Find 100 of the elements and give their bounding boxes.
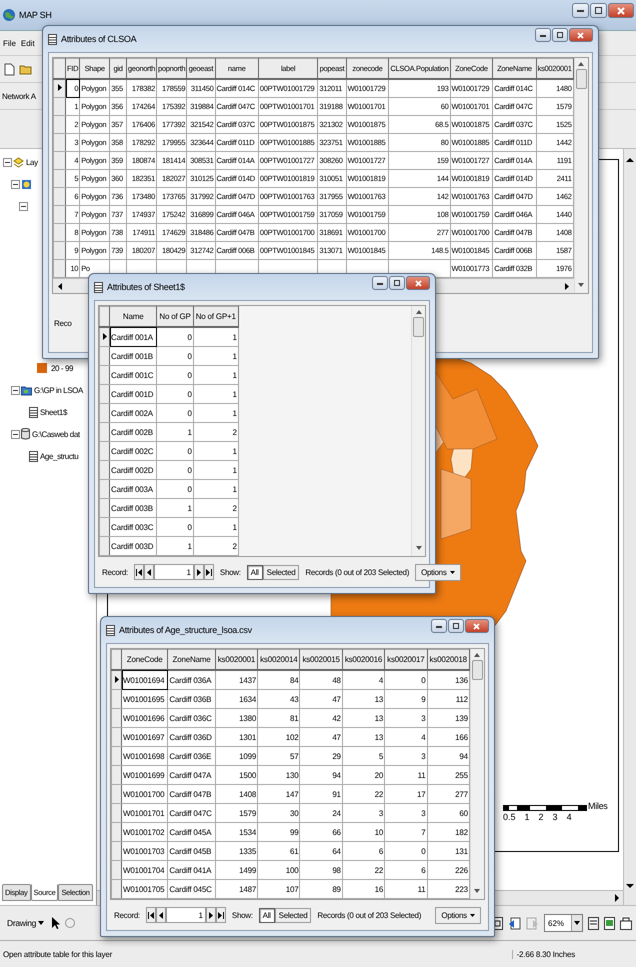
tree-item[interactable]: G:\GP in LSOA xyxy=(34,386,83,394)
toggle-draft-icon[interactable] xyxy=(588,916,599,930)
last-record-button[interactable] xyxy=(204,564,214,580)
window-title: Attributes of Age_structure_lsoa.csv xyxy=(119,625,252,635)
table-cell: 0 xyxy=(156,480,194,498)
table-icon xyxy=(29,406,38,418)
vertical-scrollbar[interactable] xyxy=(470,649,484,899)
scroll-up-icon[interactable] xyxy=(578,62,584,66)
row-selector[interactable] xyxy=(112,670,122,690)
table-cell: 48 xyxy=(300,670,342,690)
layout-icon[interactable] xyxy=(620,916,632,930)
column-header[interactable]: Name xyxy=(110,306,157,327)
show-toggle-button[interactable]: All xyxy=(246,564,263,580)
menu-item[interactable]: File xyxy=(3,38,16,48)
previous-record-button[interactable] xyxy=(144,564,154,580)
next-record-button[interactable] xyxy=(206,907,216,923)
show-toggle-button[interactable]: Selected xyxy=(274,908,312,922)
previous-record-button[interactable] xyxy=(156,907,166,923)
maximize-button[interactable] xyxy=(590,3,607,18)
scroll-down-icon[interactable] xyxy=(626,883,634,889)
minimize-button[interactable] xyxy=(534,28,551,42)
collapse-toggle-icon[interactable] xyxy=(11,430,20,438)
table-cell: Cardiff 036C xyxy=(168,708,216,728)
maximize-button[interactable] xyxy=(389,276,405,290)
tree-item[interactable]: 20 - 99 xyxy=(51,364,74,372)
table-cell: Cardiff 047B xyxy=(168,784,216,804)
collapse-toggle-icon[interactable] xyxy=(11,386,20,394)
column-header[interactable]: ks0020014 xyxy=(258,650,300,670)
collapse-toggle-icon[interactable] xyxy=(3,158,12,166)
caret-icon xyxy=(450,570,455,574)
vertical-scrollbar[interactable] xyxy=(411,306,425,556)
layer-icon xyxy=(21,178,32,190)
options-button[interactable]: Options xyxy=(435,906,481,924)
scroll-up-icon[interactable] xyxy=(416,310,422,314)
minimize-button[interactable] xyxy=(572,3,589,18)
show-toggle-button[interactable]: All xyxy=(258,908,275,922)
tree-item[interactable]: Age_structu xyxy=(40,452,78,460)
table-cell: Cardiff 002A xyxy=(110,404,157,422)
first-record-button[interactable] xyxy=(146,907,156,923)
first-record-button[interactable] xyxy=(134,564,144,580)
scroll-down-icon[interactable] xyxy=(578,283,584,287)
scroll-thumb[interactable] xyxy=(413,317,424,337)
minimize-button[interactable] xyxy=(430,619,447,633)
row-selector[interactable] xyxy=(100,327,110,346)
column-header[interactable]: ZoneCode xyxy=(122,650,168,670)
new-document-icon[interactable] xyxy=(4,62,15,76)
caret-icon xyxy=(470,914,475,916)
table-cell: 1 xyxy=(193,384,238,404)
vertical-scrollbar[interactable] xyxy=(574,58,588,293)
maximize-icon xyxy=(394,280,400,286)
scroll-thumb[interactable] xyxy=(472,660,483,680)
column-header[interactable]: ks0020018 xyxy=(427,650,470,670)
column-header[interactable]: No of GP+1 xyxy=(193,306,238,327)
close-icon xyxy=(473,622,480,630)
tree-item[interactable]: Lay xyxy=(26,158,38,166)
scroll-right-icon[interactable] xyxy=(564,282,570,290)
table-cell: 0 xyxy=(156,518,194,536)
tree-item[interactable]: G:\Casweb dat xyxy=(32,430,80,438)
minimize-button[interactable] xyxy=(372,276,388,290)
close-button[interactable] xyxy=(406,276,430,290)
previous-record-icon xyxy=(158,912,163,918)
collapse-toggle-icon[interactable] xyxy=(11,180,20,188)
open-folder-icon[interactable] xyxy=(19,63,33,75)
data-view-icon[interactable] xyxy=(604,916,615,930)
show-toggle-button[interactable]: Selected xyxy=(262,564,300,580)
zoom-dropdown[interactable]: 62% xyxy=(544,914,583,932)
scroll-up-icon[interactable] xyxy=(474,653,480,657)
collapse-toggle-icon[interactable] xyxy=(19,202,28,210)
close-button[interactable] xyxy=(464,619,489,633)
options-button[interactable]: Options xyxy=(415,564,461,580)
next-record-button[interactable] xyxy=(194,564,204,580)
table-cell: 99 xyxy=(258,822,300,842)
maximize-button[interactable] xyxy=(448,619,464,633)
scroll-right-icon[interactable] xyxy=(614,894,620,902)
record-label: Reco xyxy=(54,318,72,328)
record-number-field[interactable]: 1 xyxy=(154,564,194,580)
column-header[interactable]: ks0020017 xyxy=(384,650,428,670)
last-record-button[interactable] xyxy=(216,907,226,923)
row-selector[interactable] xyxy=(54,79,66,98)
column-header[interactable]: ks0020015 xyxy=(300,650,342,670)
maximize-button[interactable] xyxy=(552,28,568,42)
column-header[interactable]: No of GP xyxy=(156,306,194,327)
scroll-left-icon[interactable] xyxy=(57,282,62,290)
column-header[interactable]: ks0020016 xyxy=(342,650,385,670)
scroll-up-icon[interactable] xyxy=(626,157,634,163)
record-number-field[interactable]: 1 xyxy=(166,907,206,923)
current-row-icon xyxy=(58,84,62,91)
tree-item[interactable]: Sheet1$ xyxy=(40,408,68,416)
pointer-icon[interactable] xyxy=(51,916,60,930)
menu-item[interactable]: Edit xyxy=(20,38,35,48)
table-cell: 2 xyxy=(193,422,238,442)
close-button[interactable] xyxy=(608,3,634,18)
vertical-scrollbar[interactable] xyxy=(623,149,636,905)
drawing-menu-button[interactable]: Drawing xyxy=(4,915,48,931)
column-header[interactable]: ZoneName xyxy=(168,650,216,670)
table-cell: 5 xyxy=(342,746,385,766)
scroll-down-icon[interactable] xyxy=(416,546,422,550)
column-header[interactable]: ks0020001 xyxy=(215,650,258,670)
scroll-thumb[interactable] xyxy=(576,69,587,89)
close-button[interactable] xyxy=(568,28,593,42)
